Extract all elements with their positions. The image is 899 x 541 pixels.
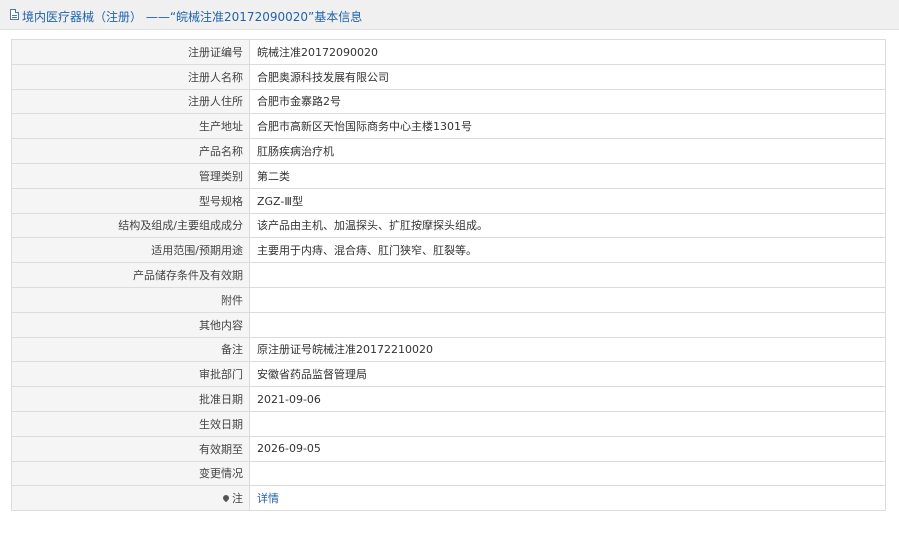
- row-value: [249, 410, 886, 437]
- row-label: 结构及组成/主要组成成分: [11, 212, 250, 239]
- detail-table: 注册证编号 皖械注准20172090020 注册人名称 合肥奥源科技发展有限公司…: [11, 39, 886, 512]
- table-row: 型号规格 ZGZ-Ⅲ型: [11, 187, 886, 214]
- row-label: 型号规格: [11, 187, 250, 214]
- row-value: [249, 286, 886, 313]
- document-icon: [10, 9, 19, 20]
- table-row: 结构及组成/主要组成成分 该产品由主机、加温探头、扩肛按摩探头组成。: [11, 212, 886, 239]
- row-value: 安徽省药品监督管理局: [249, 361, 886, 388]
- row-value: ZGZ-Ⅲ型: [249, 187, 886, 214]
- table-row: 注册证编号 皖械注准20172090020: [11, 39, 886, 65]
- row-value: 第二类: [249, 162, 886, 189]
- table-row: 有效期至 2026-09-05: [11, 435, 886, 462]
- table-row: 管理类别 第二类: [11, 162, 886, 189]
- table-row: 变更情况: [11, 460, 886, 487]
- row-value: 皖械注准20172090020: [249, 39, 886, 65]
- row-label: 批准日期: [11, 386, 250, 412]
- table-row: 附件: [11, 286, 886, 313]
- row-label: 产品名称: [11, 138, 250, 164]
- row-value: [249, 262, 886, 288]
- row-value: 2026-09-05: [249, 435, 886, 462]
- row-value: 肛肠疾病治疗机: [249, 138, 886, 164]
- row-label: 生效日期: [11, 410, 250, 437]
- row-label: 产品储存条件及有效期: [11, 262, 250, 288]
- details-link[interactable]: 详情: [257, 492, 279, 505]
- note-row: 注 详情: [11, 485, 886, 512]
- row-value: 合肥奥源科技发展有限公司: [249, 63, 886, 90]
- table-row: 其他内容: [11, 311, 886, 338]
- row-label: 管理类别: [11, 162, 250, 189]
- pin-icon: [221, 493, 231, 503]
- table-row: 注册人名称 合肥奥源科技发展有限公司: [11, 63, 886, 90]
- row-value: 2021-09-06: [249, 386, 886, 412]
- table-row: 生产地址 合肥市高新区天怡国际商务中心主楼1301号: [11, 113, 886, 140]
- row-value: [249, 460, 886, 487]
- row-value: 主要用于内痔、混合痔、肛门狭窄、肛裂等。: [249, 237, 886, 264]
- row-value: 合肥市高新区天怡国际商务中心主楼1301号: [249, 113, 886, 140]
- row-label: 附件: [11, 286, 250, 313]
- row-label: 其他内容: [11, 311, 250, 338]
- row-value: [249, 311, 886, 338]
- table-row: 批准日期 2021-09-06: [11, 386, 886, 412]
- table-row: 注册人住所 合肥市金寨路2号: [11, 88, 886, 115]
- page-header: 境内医疗器械（注册） ——“皖械注准20172090020”基本信息: [0, 0, 899, 30]
- row-label: 注册人住所: [11, 88, 250, 115]
- note-label-cell: 注: [11, 485, 250, 512]
- table-row: 审批部门 安徽省药品监督管理局: [11, 361, 886, 388]
- table-row: 适用范围/预期用途 主要用于内痔、混合痔、肛门狭窄、肛裂等。: [11, 237, 886, 264]
- table-row: 产品储存条件及有效期: [11, 262, 886, 288]
- table-row: 产品名称 肛肠疾病治疗机: [11, 138, 886, 164]
- detail-table-container: 注册证编号 皖械注准20172090020 注册人名称 合肥奥源科技发展有限公司…: [11, 39, 886, 512]
- row-label: 适用范围/预期用途: [11, 237, 250, 264]
- row-label: 备注: [11, 336, 250, 363]
- row-label: 变更情况: [11, 460, 250, 487]
- row-label: 有效期至: [11, 435, 250, 462]
- page-title: 境内医疗器械（注册） ——“皖械注准20172090020”基本信息: [22, 10, 363, 24]
- note-value-cell: 详情: [249, 485, 886, 512]
- table-row: 备注 原注册证号皖械注准20172210020: [11, 336, 886, 363]
- row-value: 合肥市金寨路2号: [249, 88, 886, 115]
- row-label: 注册人名称: [11, 63, 250, 90]
- row-value: 原注册证号皖械注准20172210020: [249, 336, 886, 363]
- row-label: 注册证编号: [11, 39, 250, 65]
- table-row: 生效日期: [11, 410, 886, 437]
- row-label: 审批部门: [11, 361, 250, 388]
- note-label: 注: [232, 492, 243, 506]
- row-value: 该产品由主机、加温探头、扩肛按摩探头组成。: [249, 212, 886, 239]
- row-label: 生产地址: [11, 113, 250, 140]
